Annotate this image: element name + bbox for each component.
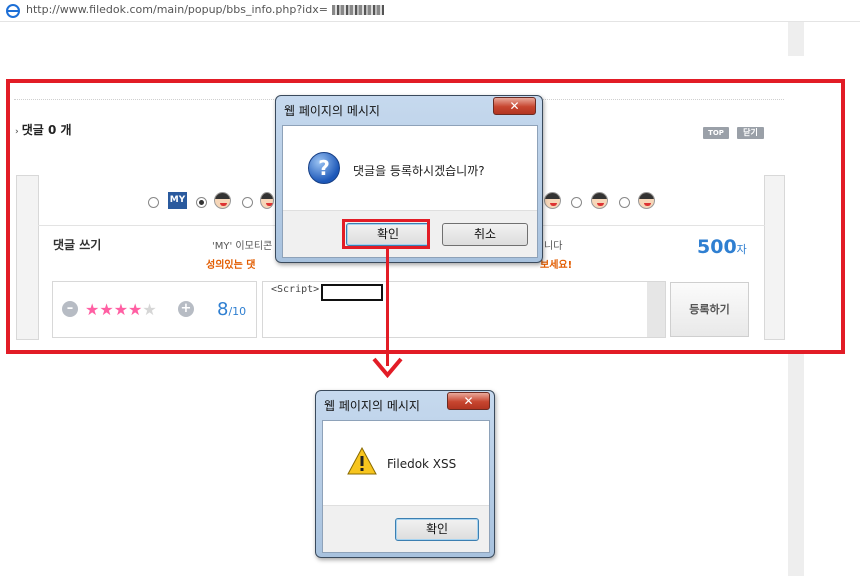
flow-arrow-line (386, 248, 389, 366)
courtesy-notice-text-end: 보세요! (540, 260, 573, 271)
top-button[interactable]: TOP (703, 127, 729, 139)
warning-icon (347, 447, 377, 475)
comment-count-label: 댓글 0 개 (21, 123, 72, 137)
address-bar[interactable]: http://www.filedok.com/main/popup/bbs_in… (0, 0, 860, 22)
alert-dialog: 웹 페이지의 메시지 ✕ Filedok XSS 확인 (315, 390, 495, 558)
page-scrollbar-track[interactable] (788, 376, 804, 576)
submit-comment-button[interactable]: 등록하기 (670, 282, 749, 337)
emoticon-radio[interactable] (571, 197, 582, 208)
star-filled-icon[interactable]: ★ (128, 300, 142, 319)
write-comment-label: 댓글 쓰기 (53, 238, 102, 252)
emoticon-face-icon[interactable] (260, 192, 274, 209)
question-icon: ? (308, 152, 340, 184)
comment-input-value: <Script> (271, 284, 320, 295)
emoticon-radio[interactable] (619, 197, 630, 208)
star-filled-icon[interactable]: ★ (85, 300, 99, 319)
ie-page-icon (6, 4, 20, 18)
emoticon-face-icon[interactable] (544, 192, 561, 209)
alert-dialog-title: 웹 페이지의 메시지 (324, 399, 420, 413)
emoticon-radio[interactable] (148, 197, 159, 208)
rating-score-value: 8 (217, 299, 229, 320)
confirm-close-icon[interactable]: ✕ (493, 97, 536, 115)
address-url[interactable]: http://www.filedok.com/main/popup/bbs_in… (26, 3, 328, 16)
comment-count: › 댓글 0 개 (15, 121, 72, 138)
confirm-message: 댓글을 등록하시겠습니까? (353, 164, 485, 178)
star-empty-icon[interactable]: ★ (142, 300, 156, 319)
close-button[interactable]: 닫기 (737, 127, 764, 139)
courtesy-notice-text: 성의있는 댓 (206, 260, 256, 271)
rating-minus-button[interactable]: – (62, 301, 78, 317)
ok-button-highlight (342, 219, 430, 249)
char-limit-unit: 자 (736, 243, 747, 256)
confirm-cancel-button[interactable]: 취소 (442, 223, 528, 246)
page-scrollbar-track[interactable] (788, 354, 804, 376)
alert-close-icon[interactable]: ✕ (447, 392, 490, 410)
char-limit: 500자 (697, 236, 747, 258)
rating-score-max: /10 (228, 305, 247, 318)
rating-plus-button[interactable]: + (178, 301, 194, 317)
emoticon-face-icon[interactable] (214, 192, 231, 209)
confirm-dialog-title: 웹 페이지의 메시지 (284, 104, 380, 118)
char-limit-value: 500 (697, 236, 737, 258)
emoticon-face-icon[interactable] (591, 192, 608, 209)
page-scrollbar-track[interactable] (788, 22, 804, 56)
emoticon-face-icon[interactable] (638, 192, 655, 209)
rating-stars[interactable]: ★★★★★ (85, 300, 157, 319)
rating-score: 8/10 (217, 299, 246, 320)
emoticon-notice-text: 'MY' 이모티콘 (212, 241, 273, 252)
star-filled-icon[interactable]: ★ (114, 300, 128, 319)
redacted-box (321, 284, 383, 301)
alert-ok-button[interactable]: 확인 (395, 518, 479, 541)
emoticon-notice-text-end: 니다 (544, 241, 563, 252)
alert-message: Filedok XSS (387, 457, 457, 471)
star-filled-icon[interactable]: ★ (99, 300, 113, 319)
emoticon-radio-selected[interactable] (196, 197, 207, 208)
comment-input[interactable]: <Script> (262, 281, 666, 338)
blurred-idx-value (332, 5, 384, 15)
my-emoticon-badge[interactable]: MY (168, 192, 187, 209)
emoticon-radio[interactable] (242, 197, 253, 208)
comment-scrollbar[interactable] (647, 282, 665, 337)
bullet-arrow-icon: › (15, 127, 19, 137)
flow-arrow-head-icon (372, 357, 403, 379)
